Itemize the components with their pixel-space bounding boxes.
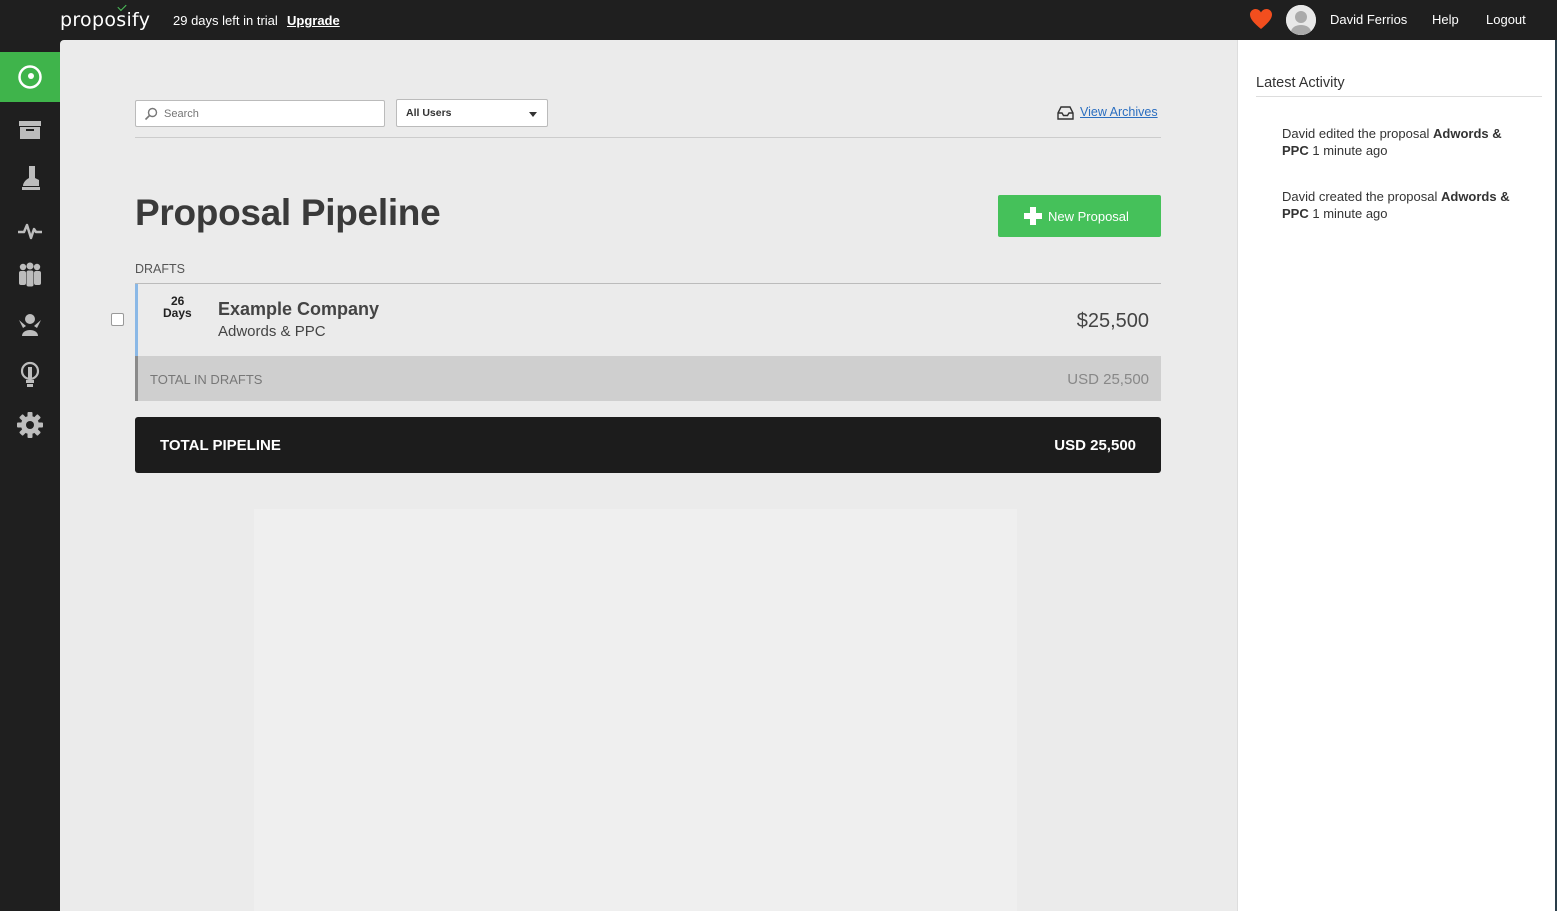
help-link[interactable]: Help [1432, 12, 1459, 27]
search-icon [144, 107, 158, 121]
chevron-down-icon [529, 112, 537, 117]
main-content: All Users View Archives Proposal Pipelin… [60, 40, 1237, 911]
activity-item: David edited the proposal Adwords & PPC … [1282, 125, 1522, 159]
sidebar-item-clients[interactable] [0, 250, 60, 300]
users-filter-value: All Users [406, 107, 452, 119]
user-avatar[interactable] [1286, 5, 1316, 35]
total-pipeline-label: TOTAL PIPELINE [160, 437, 281, 454]
new-proposal-label: New Proposal [1048, 209, 1129, 224]
sidebar-item-pipeline[interactable] [0, 52, 60, 102]
top-bar: proposify 29 days left in trial Upgrade … [0, 0, 1557, 40]
search-box[interactable] [135, 100, 385, 127]
drafts-section-label: DRAFTS [135, 262, 185, 276]
sidebar-nav [0, 40, 60, 911]
total-drafts-row: TOTAL IN DRAFTS USD 25,500 [135, 356, 1161, 401]
activity-text: David created the proposal [1282, 189, 1441, 204]
lightbulb-icon [20, 361, 40, 387]
total-pipeline-value: USD 25,500 [1054, 437, 1136, 454]
inbox-icon[interactable] [1057, 106, 1074, 120]
user-name-menu[interactable]: David Ferrios [1330, 12, 1407, 27]
toolbar-divider [135, 137, 1161, 138]
activity-text: David edited the proposal [1282, 126, 1434, 141]
activity-time: 1 minute ago [1308, 143, 1388, 158]
proposal-row[interactable]: 26 Days Example Company Adwords & PPC $2… [135, 284, 1161, 356]
pipeline-icon [18, 65, 42, 89]
plus-icon [1024, 207, 1042, 225]
heart-icon[interactable] [1249, 8, 1273, 30]
sidebar-item-archive[interactable] [0, 105, 60, 155]
sidebar-item-settings[interactable] [0, 400, 60, 450]
sidebar-item-templates[interactable] [0, 153, 60, 203]
proposal-select-checkbox[interactable] [111, 313, 124, 326]
view-archives-link[interactable]: View Archives [1080, 105, 1158, 119]
activity-time: 1 minute ago [1308, 206, 1388, 221]
total-pipeline-bar: TOTAL PIPELINE USD 25,500 [135, 417, 1161, 473]
sidebar-item-team[interactable] [0, 300, 60, 350]
team-icon [19, 314, 41, 336]
upgrade-link[interactable]: Upgrade [287, 13, 340, 28]
activity-panel: Latest Activity David edited the proposa… [1237, 40, 1555, 911]
proposify-logo[interactable]: proposify [60, 9, 150, 31]
proposal-amount: $25,500 [1076, 310, 1149, 332]
days-label: Days [163, 306, 192, 320]
users-filter-dropdown[interactable]: All Users [396, 99, 548, 127]
pulse-icon [18, 223, 42, 240]
trial-notice: 29 days left in trial [173, 13, 278, 28]
activity-item: David created the proposal Adwords & PPC… [1282, 188, 1522, 222]
archive-icon [19, 121, 41, 139]
sidebar-item-ideas[interactable] [0, 350, 60, 400]
proposal-name: Adwords & PPC [218, 323, 326, 340]
sidebar-item-metrics[interactable] [0, 205, 60, 255]
stamp-icon [22, 166, 40, 190]
activity-title: Latest Activity [1256, 75, 1345, 91]
total-drafts-label: TOTAL IN DRAFTS [150, 372, 263, 387]
people-icon [19, 262, 41, 287]
chart-placeholder-area [254, 509, 1017, 911]
avatar-placeholder-icon [1286, 5, 1316, 35]
page-title: Proposal Pipeline [135, 192, 441, 233]
new-proposal-button[interactable]: New Proposal [998, 195, 1161, 237]
activity-divider [1256, 96, 1542, 97]
search-input[interactable] [164, 106, 379, 122]
proposal-company: Example Company [218, 299, 380, 319]
logout-link[interactable]: Logout [1486, 12, 1526, 27]
gear-icon [17, 412, 43, 438]
total-drafts-value: USD 25,500 [1067, 371, 1149, 388]
